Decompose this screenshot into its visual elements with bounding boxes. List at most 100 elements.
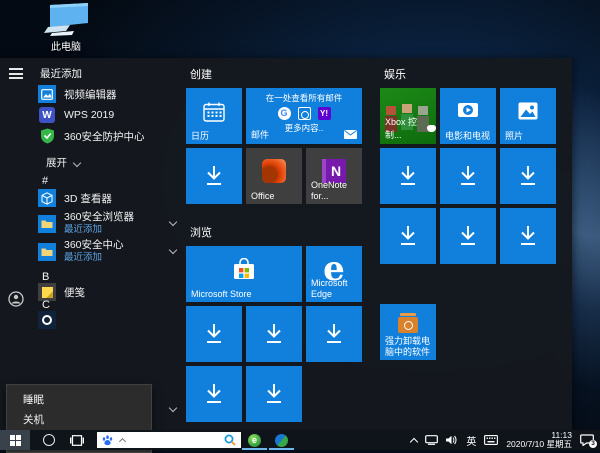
app-item-cortana[interactable]	[38, 311, 180, 329]
download-arrow-icon	[380, 148, 436, 204]
chevron-down-icon	[73, 158, 81, 166]
game-controller-icon	[427, 125, 436, 132]
taskbar-app-360-browser[interactable]: e	[241, 430, 268, 450]
chevron-down-icon	[169, 218, 177, 226]
expand-list-button[interactable]: 展开	[46, 155, 80, 170]
tile-pending-download[interactable]	[500, 208, 556, 264]
app-item-sticky-notes[interactable]: 便笺	[38, 283, 180, 301]
app-item-wps-2019[interactable]: W WPS 2019	[38, 106, 180, 124]
cortana-icon	[38, 311, 56, 329]
app-item-subtitle: 最近添加	[64, 224, 102, 235]
network-icon[interactable]	[425, 435, 438, 445]
tile-label: Microsoft Store	[191, 289, 252, 300]
360-safe-icon	[275, 434, 288, 447]
taskbar-clock[interactable]: 11:13 2020/7/10 星期五	[506, 431, 572, 450]
tile-pending-download[interactable]	[380, 148, 436, 204]
app-item-3d-viewer[interactable]: 3D 查看器	[38, 189, 180, 207]
user-avatar-icon[interactable]	[8, 291, 24, 307]
task-view-icon	[70, 435, 84, 446]
chevron-down-icon	[169, 404, 177, 412]
menu-item-shutdown[interactable]: 关机	[7, 410, 151, 430]
recent-added-header: 最近添加	[40, 66, 82, 81]
download-arrow-icon	[186, 366, 242, 422]
search-magnifier-icon	[224, 434, 236, 446]
tile-area: 创建 日历 在一处查看所有邮件 G Y! 更多内容.. 邮件	[180, 58, 572, 430]
app-item-360-security-protection[interactable]: 360安全防护中心	[38, 127, 180, 145]
desktop-icon-this-pc[interactable]: 此电脑	[30, 3, 102, 53]
expand-label: 展开	[46, 155, 67, 170]
section-letter-hash[interactable]: #	[42, 175, 48, 187]
action-center-button[interactable]: 3	[580, 434, 594, 446]
search-input[interactable]	[97, 432, 241, 448]
section-letter-c[interactable]: C	[42, 299, 50, 311]
tile-pending-download[interactable]	[246, 366, 302, 422]
download-arrow-icon	[306, 306, 362, 362]
cortana-button[interactable]	[43, 434, 55, 446]
download-arrow-icon	[500, 208, 556, 264]
windows-logo-icon	[10, 435, 21, 446]
app-item-360-center-folder[interactable]: 360安全中心 最近添加	[38, 239, 180, 264]
download-arrow-icon	[500, 148, 556, 204]
tile-onenote[interactable]: N OneNote for...	[306, 148, 362, 204]
tile-pending-download[interactable]	[440, 148, 496, 204]
start-menu: 最近添加 视频编辑器 W WPS 2019 360安全防护中心 展开 #	[0, 58, 572, 430]
notification-badge: 3	[589, 440, 597, 448]
this-pc-icon	[30, 3, 102, 37]
tile-office[interactable]: Office	[246, 148, 302, 204]
download-arrow-icon	[380, 208, 436, 264]
cube-3d-icon	[38, 189, 56, 207]
baidu-paw-icon	[102, 435, 113, 446]
taskbar-app-360-safe[interactable]	[268, 430, 295, 450]
download-arrow-icon	[440, 148, 496, 204]
touch-keyboard-icon[interactable]	[484, 435, 498, 445]
group-title-create: 创建	[190, 66, 212, 82]
chevron-up-icon	[119, 437, 126, 444]
hamburger-menu-icon[interactable]	[9, 68, 23, 79]
menu-item-sleep[interactable]: 睡眠	[7, 390, 151, 410]
ime-indicator[interactable]: 英	[466, 433, 476, 448]
app-item-label: 360安全中心	[64, 239, 124, 251]
volume-icon[interactable]	[446, 435, 458, 445]
download-arrow-icon	[186, 306, 242, 362]
tile-pending-download[interactable]	[186, 148, 242, 204]
tile-microsoft-edge[interactable]: e Microsoft Edge	[306, 246, 362, 302]
tile-pending-download[interactable]	[186, 306, 242, 362]
tile-mail[interactable]: 在一处查看所有邮件 G Y! 更多内容.. 邮件	[246, 88, 362, 144]
envelope-icon	[344, 130, 357, 139]
download-arrow-icon	[246, 366, 302, 422]
folder-icon	[38, 243, 56, 261]
group-title-entertainment: 娱乐	[384, 66, 406, 82]
chevron-down-icon	[169, 246, 177, 254]
uninstall-bin-icon	[398, 317, 418, 333]
download-arrow-icon	[186, 148, 242, 204]
tile-pending-download[interactable]	[306, 306, 362, 362]
outlook-icon	[298, 107, 311, 120]
shield-icon	[38, 127, 56, 145]
tile-photos[interactable]: 照片	[500, 88, 556, 144]
tile-uninstaller[interactable]: 强力卸载电脑中的软件	[380, 304, 436, 360]
tile-pending-download[interactable]	[440, 208, 496, 264]
task-view-button[interactable]	[70, 435, 84, 446]
tile-movies-tv[interactable]: 电影和电视	[440, 88, 496, 144]
tile-calendar[interactable]: 日历	[186, 88, 242, 144]
start-button[interactable]	[0, 430, 30, 450]
show-hidden-icons-button[interactable]	[410, 437, 418, 445]
app-item-label: 360安全浏览器	[64, 211, 134, 223]
app-item-label: 便笺	[64, 285, 85, 300]
app-item-video-editor[interactable]: 视频编辑器	[38, 85, 180, 103]
tile-pending-download[interactable]	[186, 366, 242, 422]
tile-label: Office	[251, 191, 274, 202]
360-browser-icon: e	[248, 434, 261, 447]
tile-xbox[interactable]: Xbox 控制...	[380, 88, 436, 144]
section-letter-b[interactable]: B	[42, 271, 49, 283]
group-title-browse: 浏览	[190, 224, 212, 240]
tile-pending-download[interactable]	[246, 306, 302, 362]
tile-microsoft-store[interactable]: Microsoft Store	[186, 246, 302, 302]
start-menu-rail	[0, 58, 32, 430]
app-item-360-browser-folder[interactable]: 360安全浏览器 最近添加	[38, 211, 180, 236]
tile-label: 邮件	[251, 128, 269, 141]
tile-pending-download[interactable]	[500, 148, 556, 204]
clock-date: 2020/7/10 星期五	[506, 440, 572, 450]
yahoo-icon: Y!	[318, 107, 331, 120]
tile-pending-download[interactable]	[380, 208, 436, 264]
